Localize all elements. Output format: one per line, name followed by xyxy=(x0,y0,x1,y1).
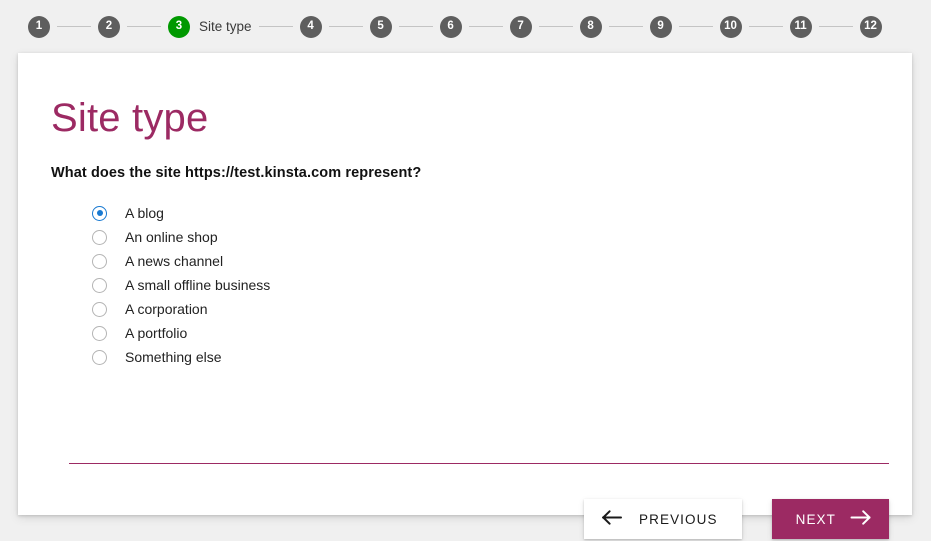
step-circle-8[interactable]: 8 xyxy=(579,15,602,38)
wizard-card: Site type What does the site https://tes… xyxy=(18,53,912,539)
step-label-site-type: Site type xyxy=(199,18,252,34)
step-circle-10[interactable]: 10 xyxy=(719,15,742,38)
card-content: Site type What does the site https://tes… xyxy=(18,53,912,369)
step-connector xyxy=(608,26,643,27)
step-item-3-active[interactable]: 3 Site type xyxy=(168,15,252,38)
step-connector xyxy=(258,26,293,27)
radio-option-something-else[interactable]: Something else xyxy=(91,345,879,369)
step-item-1[interactable]: 1 xyxy=(28,15,50,38)
page-title: Site type xyxy=(51,96,209,140)
step-connector xyxy=(468,26,503,27)
step-connector xyxy=(328,26,363,27)
step-connector xyxy=(398,26,433,27)
radio-button-icon[interactable] xyxy=(92,277,107,293)
step-connector xyxy=(127,26,161,27)
step-circle-9[interactable]: 9 xyxy=(649,15,672,38)
radio-option-label: A blog xyxy=(125,205,164,221)
step-item-5[interactable]: 5 xyxy=(369,15,392,38)
radio-button-icon[interactable] xyxy=(92,205,107,221)
step-connector xyxy=(57,26,91,27)
step-circle-1[interactable]: 1 xyxy=(28,15,50,38)
site-type-radio-group: A blog An online shop A news channel A s… xyxy=(51,181,879,369)
radio-option-label: A portfolio xyxy=(125,325,188,341)
previous-button-label: PREVIOUS xyxy=(639,511,718,527)
radio-option-a-blog[interactable]: A blog xyxy=(91,201,879,225)
radio-option-a-portfolio[interactable]: A portfolio xyxy=(91,321,879,345)
radio-option-a-small-offline-business[interactable]: A small offline business xyxy=(91,273,879,297)
step-item-11[interactable]: 11 xyxy=(789,15,812,38)
next-button[interactable]: NEXT xyxy=(771,499,889,539)
radio-option-a-corporation[interactable]: A corporation xyxy=(91,297,879,321)
radio-option-label: An online shop xyxy=(125,229,218,245)
step-item-8[interactable]: 8 xyxy=(579,15,602,38)
step-circle-12[interactable]: 12 xyxy=(859,15,882,38)
step-item-2[interactable]: 2 xyxy=(98,15,120,38)
next-button-label: NEXT xyxy=(795,511,836,527)
radio-button-icon[interactable] xyxy=(92,229,107,245)
step-item-6[interactable]: 6 xyxy=(439,15,462,38)
wizard-footer: PREVIOUS NEXT xyxy=(18,497,912,541)
radio-button-icon[interactable] xyxy=(92,301,107,317)
step-circle-3[interactable]: 3 xyxy=(168,15,190,38)
question-label: What does the site https://test.kinsta.c… xyxy=(51,165,422,181)
step-item-7[interactable]: 7 xyxy=(509,15,532,38)
radio-button-icon[interactable] xyxy=(92,349,107,365)
step-item-12[interactable]: 12 xyxy=(859,15,882,38)
radio-option-label: A news channel xyxy=(125,253,224,269)
radio-button-icon[interactable] xyxy=(92,325,107,341)
radio-option-label: A small offline business xyxy=(125,277,271,293)
step-circle-11[interactable]: 11 xyxy=(789,15,812,38)
step-item-4[interactable]: 4 xyxy=(299,15,322,38)
previous-button[interactable]: PREVIOUS xyxy=(584,499,742,539)
step-item-10[interactable]: 10 xyxy=(719,15,742,38)
step-circle-6[interactable]: 6 xyxy=(439,15,462,38)
step-connector xyxy=(678,26,713,27)
step-circle-4[interactable]: 4 xyxy=(299,15,322,38)
radio-option-label: Something else xyxy=(125,349,222,365)
step-connector xyxy=(538,26,573,27)
step-connector xyxy=(748,26,783,27)
step-circle-5[interactable]: 5 xyxy=(369,15,392,38)
radio-button-icon[interactable] xyxy=(92,253,107,269)
step-circle-2[interactable]: 2 xyxy=(98,15,120,38)
arrow-right-icon xyxy=(850,510,871,528)
radio-option-a-news-channel[interactable]: A news channel xyxy=(91,249,879,273)
step-progress-bar: 1 2 3 Site type 4 5 6 7 8 9 10 11 12 xyxy=(0,0,931,53)
section-divider xyxy=(69,463,889,464)
radio-option-label: A corporation xyxy=(125,301,208,317)
radio-option-an-online-shop[interactable]: An online shop xyxy=(91,225,879,249)
step-circle-7[interactable]: 7 xyxy=(509,15,532,38)
arrow-left-icon xyxy=(602,510,623,528)
step-connector xyxy=(818,26,853,27)
step-item-9[interactable]: 9 xyxy=(649,15,672,38)
